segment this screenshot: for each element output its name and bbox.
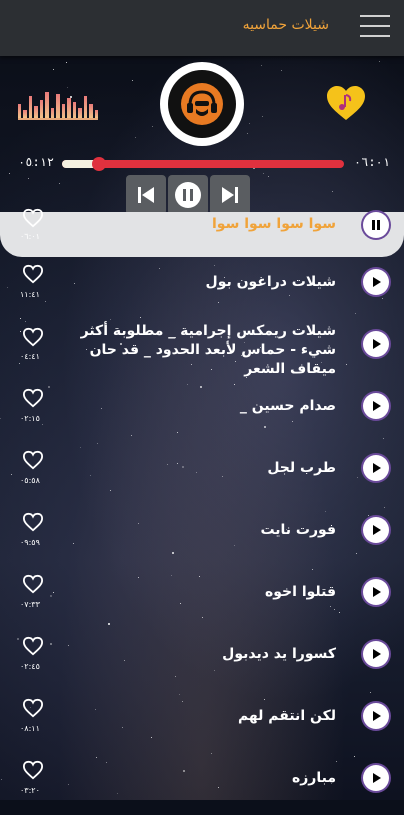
play-button[interactable] xyxy=(363,765,389,791)
track-title: شيلات دراغون بول xyxy=(205,274,336,290)
track-duration: ٠٩:٥٩ xyxy=(20,538,40,547)
total-time: ٠٦:٠١ xyxy=(353,155,390,169)
track-duration: ٠٢:٤٥ xyxy=(20,662,40,671)
star xyxy=(53,69,54,70)
play-button[interactable] xyxy=(363,703,389,729)
track-row[interactable]: لكن انتقم لهم ٠٨:١١ xyxy=(0,691,404,753)
star xyxy=(152,126,153,127)
dj-headphones-logo xyxy=(160,62,244,146)
play-button[interactable] xyxy=(363,269,389,295)
track-title: طرب لجل xyxy=(267,460,336,476)
track-duration: ٠٨:١١ xyxy=(20,724,40,733)
track-row[interactable]: قتلوا اخوه ٠٧:٣٣ xyxy=(0,567,404,629)
play-icon xyxy=(373,773,381,783)
heart-outline-icon[interactable] xyxy=(22,574,44,594)
track-list: سوا سوا سوا سوا ٠٦:٠١ شيلات دراغون بول ١… xyxy=(0,208,404,815)
app-bar: شيلات حماسيه xyxy=(0,0,404,56)
play-icon xyxy=(373,277,381,287)
heart-outline-icon[interactable] xyxy=(22,698,44,718)
track-duration: ١١:٤١ xyxy=(20,290,40,299)
heart-music-icon[interactable] xyxy=(325,84,367,122)
skip-previous-icon xyxy=(138,187,154,203)
track-title: كسورا يد ديدبول xyxy=(222,646,336,662)
progress-thumb[interactable] xyxy=(91,157,106,171)
skip-next-button[interactable] xyxy=(210,175,250,215)
track-duration: ٠٤:٤١ xyxy=(20,352,40,361)
hamburger-icon[interactable] xyxy=(360,15,390,39)
track-duration: ٠٧:٣٣ xyxy=(20,600,40,609)
play-icon xyxy=(373,649,381,659)
equalizer-icon xyxy=(18,88,99,120)
track-row[interactable]: فورت نايت ٠٩:٥٩ xyxy=(0,505,404,567)
star xyxy=(28,178,29,179)
play-icon xyxy=(373,525,381,535)
heart-outline-icon[interactable] xyxy=(22,264,44,284)
track-row[interactable]: سوا سوا سوا سوا ٠٦:٠١ xyxy=(0,208,404,257)
star xyxy=(135,137,136,138)
star xyxy=(66,62,67,63)
track-title: مبارزه xyxy=(291,770,336,786)
track-title: سوا سوا سوا سوا xyxy=(212,216,336,232)
star xyxy=(249,123,250,124)
play-icon xyxy=(373,463,381,473)
pause-track-button[interactable] xyxy=(363,212,389,238)
star xyxy=(262,116,263,117)
app-title: شيلات حماسيه xyxy=(242,17,329,33)
play-button[interactable] xyxy=(363,393,389,419)
track-row[interactable]: طرب لجل ٠٥:٥٨ xyxy=(0,443,404,505)
track-duration: ٠٢:١٥ xyxy=(20,414,40,423)
star xyxy=(281,70,282,71)
star xyxy=(59,183,60,184)
heart-outline-icon[interactable] xyxy=(22,208,44,228)
track-duration: ٠٥:٥٨ xyxy=(20,476,40,485)
track-title: فورت نايت xyxy=(260,522,336,538)
play-icon xyxy=(373,587,381,597)
track-title: صدام حسين _ xyxy=(239,398,336,414)
track-row[interactable]: شيلات دراغون بول ١١:٤١ xyxy=(0,257,404,319)
track-title: قتلوا اخوه xyxy=(265,584,336,600)
heart-outline-icon[interactable] xyxy=(22,450,44,470)
star xyxy=(132,80,133,81)
pause-icon xyxy=(372,220,380,230)
skip-previous-button[interactable] xyxy=(126,175,166,215)
star xyxy=(247,133,248,134)
star xyxy=(332,191,333,192)
skip-next-icon xyxy=(222,187,238,203)
play-icon xyxy=(373,401,381,411)
track-row[interactable]: شيلات ريمكس إجرامية _ مطلوبة أكثر شيء - … xyxy=(0,319,404,381)
heart-outline-icon[interactable] xyxy=(22,512,44,532)
current-time: ٠٥:١٢ xyxy=(18,155,55,169)
play-icon xyxy=(373,339,381,349)
star xyxy=(263,173,264,174)
play-button[interactable] xyxy=(363,517,389,543)
track-duration: ٠٦:٠١ xyxy=(20,232,40,241)
play-button[interactable] xyxy=(363,455,389,481)
pause-button[interactable] xyxy=(168,175,208,215)
star xyxy=(261,65,262,66)
track-row[interactable]: صدام حسين _ ٠٢:١٥ xyxy=(0,381,404,443)
heart-outline-icon[interactable] xyxy=(22,760,44,780)
heart-outline-icon[interactable] xyxy=(22,636,44,656)
track-duration: ٠٣:٢٠ xyxy=(20,786,40,795)
track-row[interactable]: مبارزه ٠٣:٢٠ xyxy=(0,753,404,815)
play-button[interactable] xyxy=(363,641,389,667)
track-row[interactable]: كسورا يد ديدبول ٠٢:٤٥ xyxy=(0,629,404,691)
pause-icon xyxy=(175,182,201,208)
heart-outline-icon[interactable] xyxy=(22,327,44,347)
play-button[interactable] xyxy=(363,331,389,357)
play-button[interactable] xyxy=(363,579,389,605)
track-title: شيلات ريمكس إجرامية _ مطلوبة أكثر شيء - … xyxy=(80,323,336,377)
star xyxy=(9,173,10,174)
track-title: لكن انتقم لهم xyxy=(237,708,336,724)
heart-outline-icon[interactable] xyxy=(22,388,44,408)
star xyxy=(379,61,380,62)
play-icon xyxy=(373,711,381,721)
playback-controls xyxy=(126,175,250,215)
star xyxy=(268,176,269,177)
